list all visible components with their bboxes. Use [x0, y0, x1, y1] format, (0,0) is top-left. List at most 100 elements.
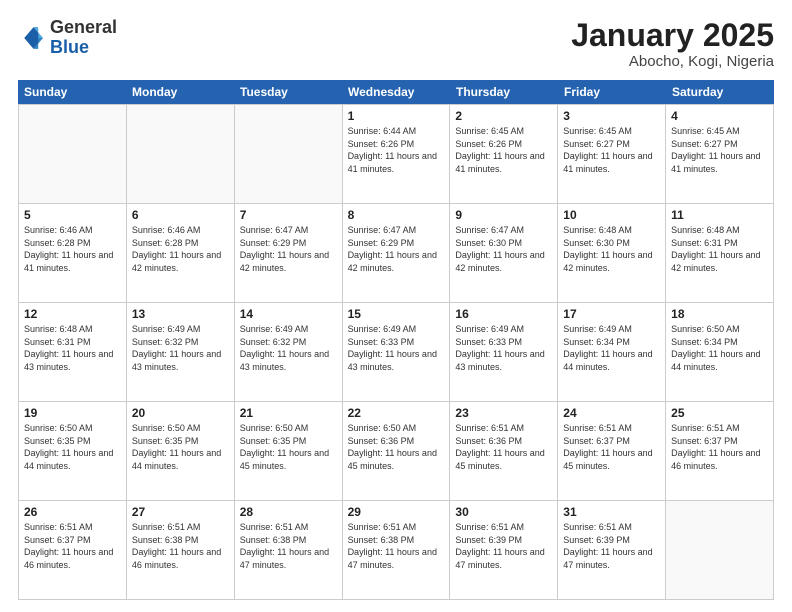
- day-header-thursday: Thursday: [450, 80, 558, 104]
- day-info: Sunrise: 6:50 AM Sunset: 6:35 PM Dayligh…: [24, 422, 121, 472]
- logo-icon: [18, 24, 46, 52]
- calendar-day-6: 6 Sunrise: 6:46 AM Sunset: 6:28 PM Daylig…: [127, 204, 235, 302]
- day-number: 30: [455, 505, 552, 519]
- day-info: Sunrise: 6:47 AM Sunset: 6:30 PM Dayligh…: [455, 224, 552, 274]
- calendar-day-14: 14 Sunrise: 6:49 AM Sunset: 6:32 PM Dayli…: [235, 303, 343, 401]
- day-number: 22: [348, 406, 445, 420]
- calendar-day-3: 3 Sunrise: 6:45 AM Sunset: 6:27 PM Daylig…: [558, 105, 666, 203]
- calendar-day-21: 21 Sunrise: 6:50 AM Sunset: 6:35 PM Dayli…: [235, 402, 343, 500]
- title-block: January 2025 Abocho, Kogi, Nigeria: [571, 18, 774, 70]
- calendar-day-2: 2 Sunrise: 6:45 AM Sunset: 6:26 PM Daylig…: [450, 105, 558, 203]
- day-number: 13: [132, 307, 229, 321]
- day-number: 25: [671, 406, 768, 420]
- day-number: 29: [348, 505, 445, 519]
- day-number: 11: [671, 208, 768, 222]
- calendar-empty-cell: [666, 501, 774, 599]
- day-number: 16: [455, 307, 552, 321]
- calendar-day-13: 13 Sunrise: 6:49 AM Sunset: 6:32 PM Dayli…: [127, 303, 235, 401]
- day-info: Sunrise: 6:50 AM Sunset: 6:35 PM Dayligh…: [240, 422, 337, 472]
- day-info: Sunrise: 6:51 AM Sunset: 6:37 PM Dayligh…: [24, 521, 121, 571]
- day-number: 24: [563, 406, 660, 420]
- calendar-week-2: 5 Sunrise: 6:46 AM Sunset: 6:28 PM Daylig…: [19, 204, 774, 303]
- day-info: Sunrise: 6:51 AM Sunset: 6:38 PM Dayligh…: [348, 521, 445, 571]
- calendar-day-1: 1Sunrise: 6:44 AM Sunset: 6:26 PM Daylig…: [343, 105, 451, 203]
- day-number: 31: [563, 505, 660, 519]
- day-info: Sunrise: 6:46 AM Sunset: 6:28 PM Dayligh…: [132, 224, 229, 274]
- day-number: 26: [24, 505, 121, 519]
- day-header-friday: Friday: [558, 80, 666, 104]
- calendar-day-19: 19 Sunrise: 6:50 AM Sunset: 6:35 PM Dayli…: [19, 402, 127, 500]
- day-info: Sunrise: 6:47 AM Sunset: 6:29 PM Dayligh…: [240, 224, 337, 274]
- day-number: 21: [240, 406, 337, 420]
- calendar-day-23: 23 Sunrise: 6:51 AM Sunset: 6:36 PM Dayli…: [450, 402, 558, 500]
- day-info: Sunrise: 6:50 AM Sunset: 6:35 PM Dayligh…: [132, 422, 229, 472]
- day-number: 19: [24, 406, 121, 420]
- day-info: Sunrise: 6:51 AM Sunset: 6:37 PM Dayligh…: [671, 422, 768, 472]
- day-number: 1: [348, 109, 445, 123]
- day-number: 28: [240, 505, 337, 519]
- calendar-subtitle: Abocho, Kogi, Nigeria: [571, 53, 774, 70]
- day-number: 14: [240, 307, 337, 321]
- day-info: Sunrise: 6:51 AM Sunset: 6:36 PM Dayligh…: [455, 422, 552, 472]
- day-number: 20: [132, 406, 229, 420]
- calendar-body: 1Sunrise: 6:44 AM Sunset: 6:26 PM Daylig…: [18, 104, 774, 600]
- logo-general-text: General: [50, 17, 117, 37]
- calendar-week-4: 19 Sunrise: 6:50 AM Sunset: 6:35 PM Dayli…: [19, 402, 774, 501]
- day-number: 6: [132, 208, 229, 222]
- day-header-saturday: Saturday: [666, 80, 774, 104]
- calendar-day-29: 29 Sunrise: 6:51 AM Sunset: 6:38 PM Dayli…: [343, 501, 451, 599]
- day-header-sunday: Sunday: [18, 80, 126, 104]
- day-info: Sunrise: 6:49 AM Sunset: 6:33 PM Dayligh…: [348, 323, 445, 373]
- day-info: Sunrise: 6:50 AM Sunset: 6:34 PM Dayligh…: [671, 323, 768, 373]
- day-number: 23: [455, 406, 552, 420]
- calendar-day-22: 22 Sunrise: 6:50 AM Sunset: 6:36 PM Dayli…: [343, 402, 451, 500]
- calendar-day-25: 25 Sunrise: 6:51 AM Sunset: 6:37 PM Dayli…: [666, 402, 774, 500]
- header: General Blue January 2025 Abocho, Kogi, …: [18, 18, 774, 70]
- calendar-day-17: 17Sunrise: 6:49 AM Sunset: 6:34 PM Dayli…: [558, 303, 666, 401]
- day-info: Sunrise: 6:51 AM Sunset: 6:38 PM Dayligh…: [132, 521, 229, 571]
- page: General Blue January 2025 Abocho, Kogi, …: [0, 0, 792, 612]
- day-info: Sunrise: 6:48 AM Sunset: 6:30 PM Dayligh…: [563, 224, 660, 274]
- day-number: 10: [563, 208, 660, 222]
- calendar-day-27: 27 Sunrise: 6:51 AM Sunset: 6:38 PM Dayli…: [127, 501, 235, 599]
- day-header-tuesday: Tuesday: [234, 80, 342, 104]
- day-number: 5: [24, 208, 121, 222]
- day-info: Sunrise: 6:49 AM Sunset: 6:34 PM Dayligh…: [563, 323, 660, 373]
- day-info: Sunrise: 6:45 AM Sunset: 6:26 PM Dayligh…: [455, 125, 552, 175]
- calendar-day-26: 26 Sunrise: 6:51 AM Sunset: 6:37 PM Dayli…: [19, 501, 127, 599]
- calendar-day-20: 20 Sunrise: 6:50 AM Sunset: 6:35 PM Dayli…: [127, 402, 235, 500]
- day-info: Sunrise: 6:48 AM Sunset: 6:31 PM Dayligh…: [671, 224, 768, 274]
- day-number: 15: [348, 307, 445, 321]
- day-info: Sunrise: 6:51 AM Sunset: 6:37 PM Dayligh…: [563, 422, 660, 472]
- day-number: 18: [671, 307, 768, 321]
- calendar-header: SundayMondayTuesdayWednesdayThursdayFrid…: [18, 80, 774, 104]
- day-info: Sunrise: 6:46 AM Sunset: 6:28 PM Dayligh…: [24, 224, 121, 274]
- day-number: 4: [671, 109, 768, 123]
- day-info: Sunrise: 6:48 AM Sunset: 6:31 PM Dayligh…: [24, 323, 121, 373]
- calendar-day-8: 8Sunrise: 6:47 AM Sunset: 6:29 PM Daylig…: [343, 204, 451, 302]
- calendar-day-10: 10 Sunrise: 6:48 AM Sunset: 6:30 PM Dayli…: [558, 204, 666, 302]
- day-header-monday: Monday: [126, 80, 234, 104]
- day-number: 3: [563, 109, 660, 123]
- day-info: Sunrise: 6:45 AM Sunset: 6:27 PM Dayligh…: [671, 125, 768, 175]
- calendar-day-28: 28Sunrise: 6:51 AM Sunset: 6:38 PM Dayli…: [235, 501, 343, 599]
- day-info: Sunrise: 6:50 AM Sunset: 6:36 PM Dayligh…: [348, 422, 445, 472]
- calendar-day-31: 31 Sunrise: 6:51 AM Sunset: 6:39 PM Dayli…: [558, 501, 666, 599]
- day-number: 2: [455, 109, 552, 123]
- day-header-wednesday: Wednesday: [342, 80, 450, 104]
- calendar: SundayMondayTuesdayWednesdayThursdayFrid…: [18, 80, 774, 600]
- logo-blue-text: Blue: [50, 37, 89, 57]
- day-number: 27: [132, 505, 229, 519]
- calendar-day-24: 24 Sunrise: 6:51 AM Sunset: 6:37 PM Dayli…: [558, 402, 666, 500]
- day-info: Sunrise: 6:49 AM Sunset: 6:32 PM Dayligh…: [132, 323, 229, 373]
- calendar-day-16: 16Sunrise: 6:49 AM Sunset: 6:33 PM Dayli…: [450, 303, 558, 401]
- calendar-day-4: 4 Sunrise: 6:45 AM Sunset: 6:27 PM Daylig…: [666, 105, 774, 203]
- day-info: Sunrise: 6:45 AM Sunset: 6:27 PM Dayligh…: [563, 125, 660, 175]
- day-info: Sunrise: 6:49 AM Sunset: 6:32 PM Dayligh…: [240, 323, 337, 373]
- day-info: Sunrise: 6:51 AM Sunset: 6:39 PM Dayligh…: [563, 521, 660, 571]
- calendar-week-3: 12Sunrise: 6:48 AM Sunset: 6:31 PM Dayli…: [19, 303, 774, 402]
- calendar-day-7: 7Sunrise: 6:47 AM Sunset: 6:29 PM Daylig…: [235, 204, 343, 302]
- logo-text: General Blue: [50, 18, 117, 58]
- calendar-empty-cell: [19, 105, 127, 203]
- day-number: 8: [348, 208, 445, 222]
